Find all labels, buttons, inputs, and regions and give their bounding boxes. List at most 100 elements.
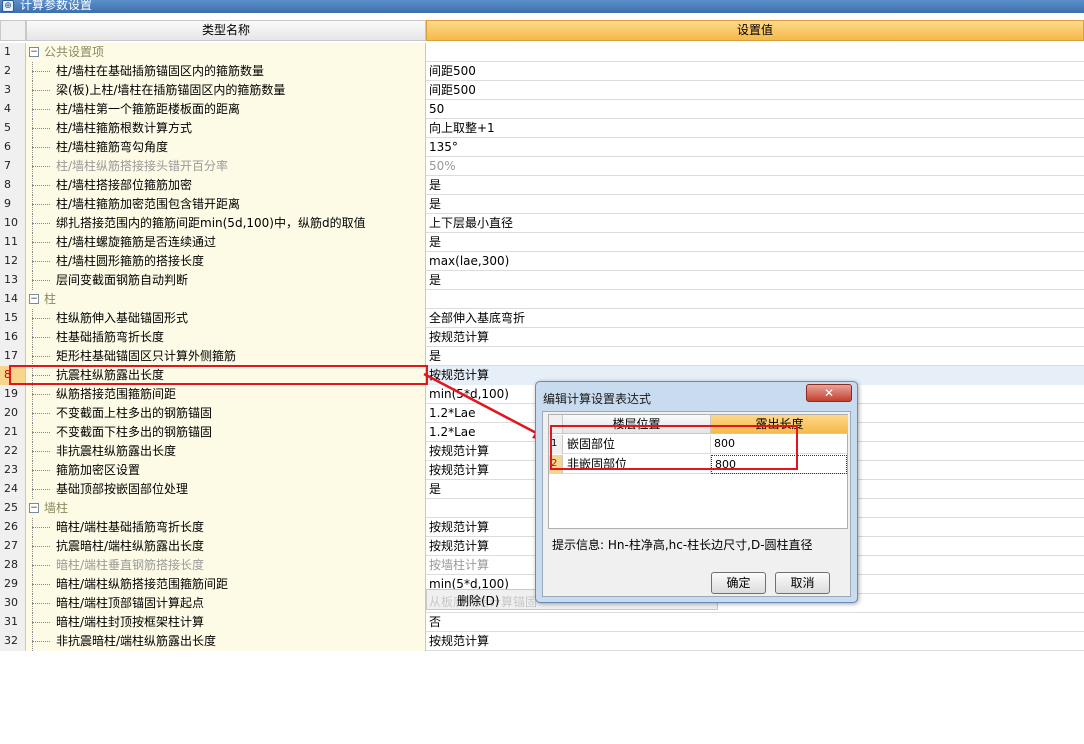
table-row[interactable]: 32 非抗震暗柱/端柱纵筋露出长度 按规范计算 [0, 632, 1084, 651]
row-index: 29 [0, 575, 26, 594]
row-label: 箍筋加密区设置 [56, 463, 141, 477]
row-label: 暗柱/端柱封顶按框架柱计算 [56, 615, 205, 629]
row-setting-value[interactable]: 间距500 [426, 62, 1084, 81]
dialog-row-exposed-length[interactable]: 800 [711, 435, 847, 454]
tree-connector [32, 375, 50, 376]
row-index: 9 [0, 195, 26, 214]
close-icon: ✕ [823, 386, 835, 400]
row-setting-value[interactable]: 间距500 [426, 81, 1084, 100]
context-menu-delete[interactable]: 删除(D) [457, 592, 500, 609]
row-type-name: 抗震柱纵筋露出长度 [26, 366, 426, 385]
row-label: 柱/墙柱搭接部位箍筋加密 [56, 178, 193, 192]
dialog-row[interactable]: 1 嵌固部位 800 [549, 435, 847, 454]
table-row[interactable]: 10 绑扎搭接范围内的箍筋间距min(5d,100)中，纵筋d的取值 上下层最小直径 [0, 214, 1084, 233]
row-label: 不变截面上柱多出的钢筋锚固 [56, 406, 213, 420]
row-label: 抗震暗柱/端柱纵筋露出长度 [56, 539, 205, 553]
row-label: 抗震柱纵筋露出长度 [56, 368, 165, 382]
table-row[interactable]: 4 柱/墙柱第一个箍筋距楼板面的距离 50 [0, 100, 1084, 119]
row-setting-value[interactable]: 是 [426, 271, 1084, 290]
table-row[interactable]: 11 柱/墙柱螺旋箍筋是否连续通过 是 [0, 233, 1084, 252]
row-setting-value[interactable]: 是 [426, 176, 1084, 195]
collapse-icon[interactable]: − [29, 47, 39, 57]
table-row[interactable]: 17 矩形柱基础锚固区只计算外侧箍筋 是 [0, 347, 1084, 366]
row-setting-value[interactable]: 上下层最小直径 [426, 214, 1084, 233]
row-setting-value[interactable]: max(lae,300) [426, 252, 1084, 271]
row-index: 22 [0, 442, 26, 461]
table-row[interactable]: 8 柱/墙柱搭接部位箍筋加密 是 [0, 176, 1084, 195]
table-row[interactable]: 15 柱纵筋伸入基础锚固形式 全部伸入基底弯折 [0, 309, 1084, 328]
cancel-button[interactable]: 取消 [775, 572, 830, 594]
dialog-row[interactable]: 2 非嵌固部位 800 [549, 455, 847, 474]
row-type-name: − 墙柱 [26, 499, 426, 518]
group-label: 柱 [44, 292, 57, 306]
header-type-name[interactable]: 类型名称 [26, 20, 426, 41]
row-type-name: 不变截面上柱多出的钢筋锚固 [26, 404, 426, 423]
row-index: 31 [0, 613, 26, 632]
group-row[interactable]: 14− 柱 [0, 290, 1084, 309]
row-type-name: 柱/墙柱螺旋箍筋是否连续通过 [26, 233, 426, 252]
tree-connector [32, 337, 50, 338]
row-setting-value[interactable]: 是 [426, 347, 1084, 366]
close-button[interactable]: ✕ [806, 384, 852, 402]
row-type-name: 暗柱/端柱纵筋搭接范围箍筋间距 [26, 575, 426, 594]
row-setting-value[interactable]: 50 [426, 100, 1084, 119]
tree-connector [32, 71, 50, 72]
header-setting-value[interactable]: 设置值 [426, 20, 1084, 41]
table-row[interactable]: 13 层间变截面钢筋自动判断 是 [0, 271, 1084, 290]
dialog-row-exposed-length[interactable]: 800 [711, 455, 847, 474]
dialog-header-floor-position[interactable]: 楼层位置 [563, 415, 711, 434]
row-label: 暗柱/端柱纵筋搭接范围箍筋间距 [56, 577, 229, 591]
tree-connector [32, 185, 50, 186]
table-row[interactable]: 31 暗柱/端柱封顶按框架柱计算 否 [0, 613, 1084, 632]
dialog-row-floor-position[interactable]: 非嵌固部位 [563, 455, 711, 474]
row-label: 柱/墙柱箍筋根数计算方式 [56, 121, 193, 135]
row-type-name: 矩形柱基础锚固区只计算外侧箍筋 [26, 347, 426, 366]
row-setting-value[interactable]: 全部伸入基底弯折 [426, 309, 1084, 328]
dialog-row-floor-position[interactable]: 嵌固部位 [563, 435, 711, 454]
row-label: 不变截面下柱多出的钢筋锚固 [56, 425, 213, 439]
collapse-icon[interactable]: − [29, 503, 39, 513]
table-row[interactable]: 3 梁(板)上柱/墙柱在插筋锚固区内的箍筋数量 间距500 [0, 81, 1084, 100]
grid-header: 类型名称 设置值 [0, 20, 1084, 41]
row-setting-value[interactable]: 按规范计算 [426, 328, 1084, 347]
tree-connector [32, 318, 50, 319]
row-index: 2 [0, 62, 26, 81]
row-setting-value[interactable]: 否 [426, 613, 1084, 632]
title-bar: ⊕ 计算参数设置 [0, 0, 1084, 13]
row-label: 梁(板)上柱/墙柱在插筋锚固区内的箍筋数量 [56, 83, 286, 97]
table-row[interactable]: 12 柱/墙柱圆形箍筋的搭接长度 max(lae,300) [0, 252, 1084, 271]
row-type-name: 柱/墙柱搭接部位箍筋加密 [26, 176, 426, 195]
row-setting-value[interactable]: 按规范计算 [426, 632, 1084, 651]
table-row[interactable]: 2 柱/墙柱在基础插筋锚固区内的箍筋数量 间距500 [0, 62, 1084, 81]
table-row[interactable]: 16 柱基础插筋弯折长度 按规范计算 [0, 328, 1084, 347]
row-setting-value[interactable]: 135° [426, 138, 1084, 157]
row-label: 柱/墙柱在基础插筋锚固区内的箍筋数量 [56, 64, 265, 78]
row-index: 4 [0, 100, 26, 119]
window-title: 计算参数设置 [20, 0, 93, 12]
dialog-grid: 楼层位置 露出长度 1 嵌固部位 800 2 非嵌固部位 800 [548, 414, 848, 529]
edit-expression-dialog: 编辑计算设置表达式 ✕ 楼层位置 露出长度 1 嵌固部位 800 2 非嵌固部位… [535, 381, 858, 603]
row-setting-value[interactable]: 50% [426, 157, 1084, 176]
row-index: 10 [0, 214, 26, 233]
row-setting-value[interactable] [426, 43, 1084, 62]
row-setting-value[interactable] [426, 290, 1084, 309]
row-index: 17 [0, 347, 26, 366]
table-row[interactable]: 9 柱/墙柱箍筋加密范围包含错开距离 是 [0, 195, 1084, 214]
row-setting-value[interactable]: 是 [426, 233, 1084, 252]
row-index: 11 [0, 233, 26, 252]
collapse-icon[interactable]: − [29, 294, 39, 304]
row-label: 柱/墙柱纵筋搭接接头错开百分率 [56, 159, 229, 173]
row-type-name: 暗柱/端柱基础插筋弯折长度 [26, 518, 426, 537]
tree-connector [32, 394, 50, 395]
group-row[interactable]: 1− 公共设置项 [0, 43, 1084, 62]
table-row[interactable]: 5 柱/墙柱箍筋根数计算方式 向上取整+1 [0, 119, 1084, 138]
row-index: 26 [0, 518, 26, 537]
table-row[interactable]: 7 柱/墙柱纵筋搭接接头错开百分率 50% [0, 157, 1084, 176]
row-setting-value[interactable]: 是 [426, 195, 1084, 214]
row-setting-value[interactable]: 向上取整+1 [426, 119, 1084, 138]
row-label: 暗柱/端柱垂直钢筋搭接长度 [56, 558, 205, 572]
row-type-name: 柱基础插筋弯折长度 [26, 328, 426, 347]
dialog-header-exposed-length[interactable]: 露出长度 [711, 415, 848, 434]
ok-button[interactable]: 确定 [711, 572, 766, 594]
table-row[interactable]: 6 柱/墙柱箍筋弯勾角度 135° [0, 138, 1084, 157]
